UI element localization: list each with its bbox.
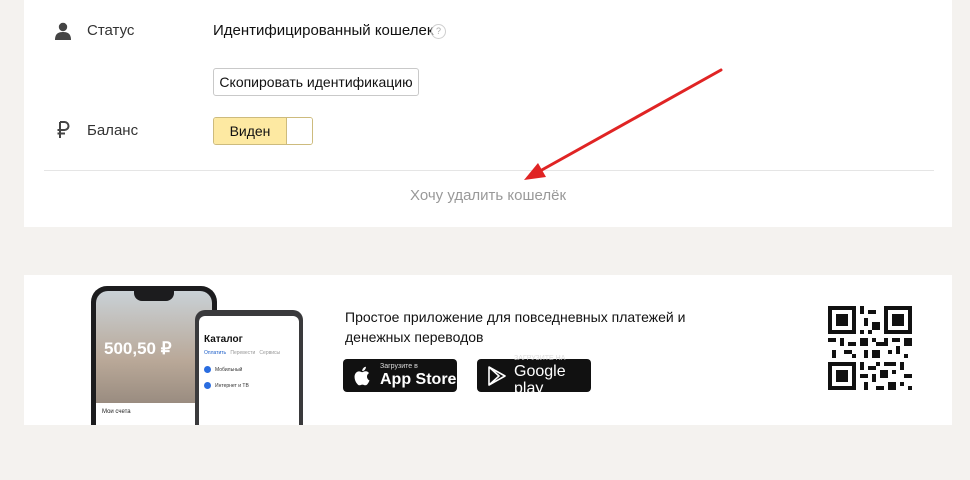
copy-identification-button[interactable]: Скопировать идентификацию bbox=[213, 68, 419, 96]
app-promo-card: 500,50 ₽ Мои счета Каталог Оплатить Пере… bbox=[24, 275, 952, 425]
promo-text: Простое приложение для повседневных плат… bbox=[345, 309, 686, 345]
balance-visibility-toggle[interactable]: Виден bbox=[213, 117, 313, 145]
toggle-knob bbox=[286, 118, 312, 144]
balance-label: Баланс bbox=[87, 122, 139, 139]
google-play-button[interactable]: ЗАГРУЗИТЕ НА Google play bbox=[477, 355, 591, 397]
play-icon bbox=[488, 365, 506, 386]
phone-balance: 500,50 ₽ bbox=[104, 339, 172, 358]
wallet-settings-card: Статус Идентифицированный кошелек ? Скоп… bbox=[24, 0, 952, 227]
phone-mockup-front: Каталог Оплатить Перевести Сервисы Мобил… bbox=[195, 310, 303, 425]
catalog-tabs: Оплатить Перевести Сервисы bbox=[204, 350, 281, 356]
divider bbox=[44, 170, 934, 171]
catalog-title: Каталог bbox=[204, 334, 243, 345]
catalog-item: Интернет и ТВ bbox=[204, 382, 249, 389]
catalog-item: Мобильный bbox=[204, 366, 242, 373]
delete-wallet-link[interactable]: Хочу удалить кошелёк bbox=[24, 187, 952, 204]
ruble-icon bbox=[57, 121, 70, 138]
app-store-button[interactable]: Загрузите в App Store bbox=[343, 359, 457, 392]
apple-icon bbox=[354, 366, 370, 385]
status-label: Статус bbox=[87, 22, 135, 39]
status-value: Идентифицированный кошелек bbox=[213, 22, 434, 39]
question-icon[interactable]: ? bbox=[431, 24, 446, 39]
user-icon bbox=[55, 22, 71, 40]
toggle-label: Виден bbox=[214, 118, 286, 144]
qr-code-icon bbox=[828, 306, 912, 390]
